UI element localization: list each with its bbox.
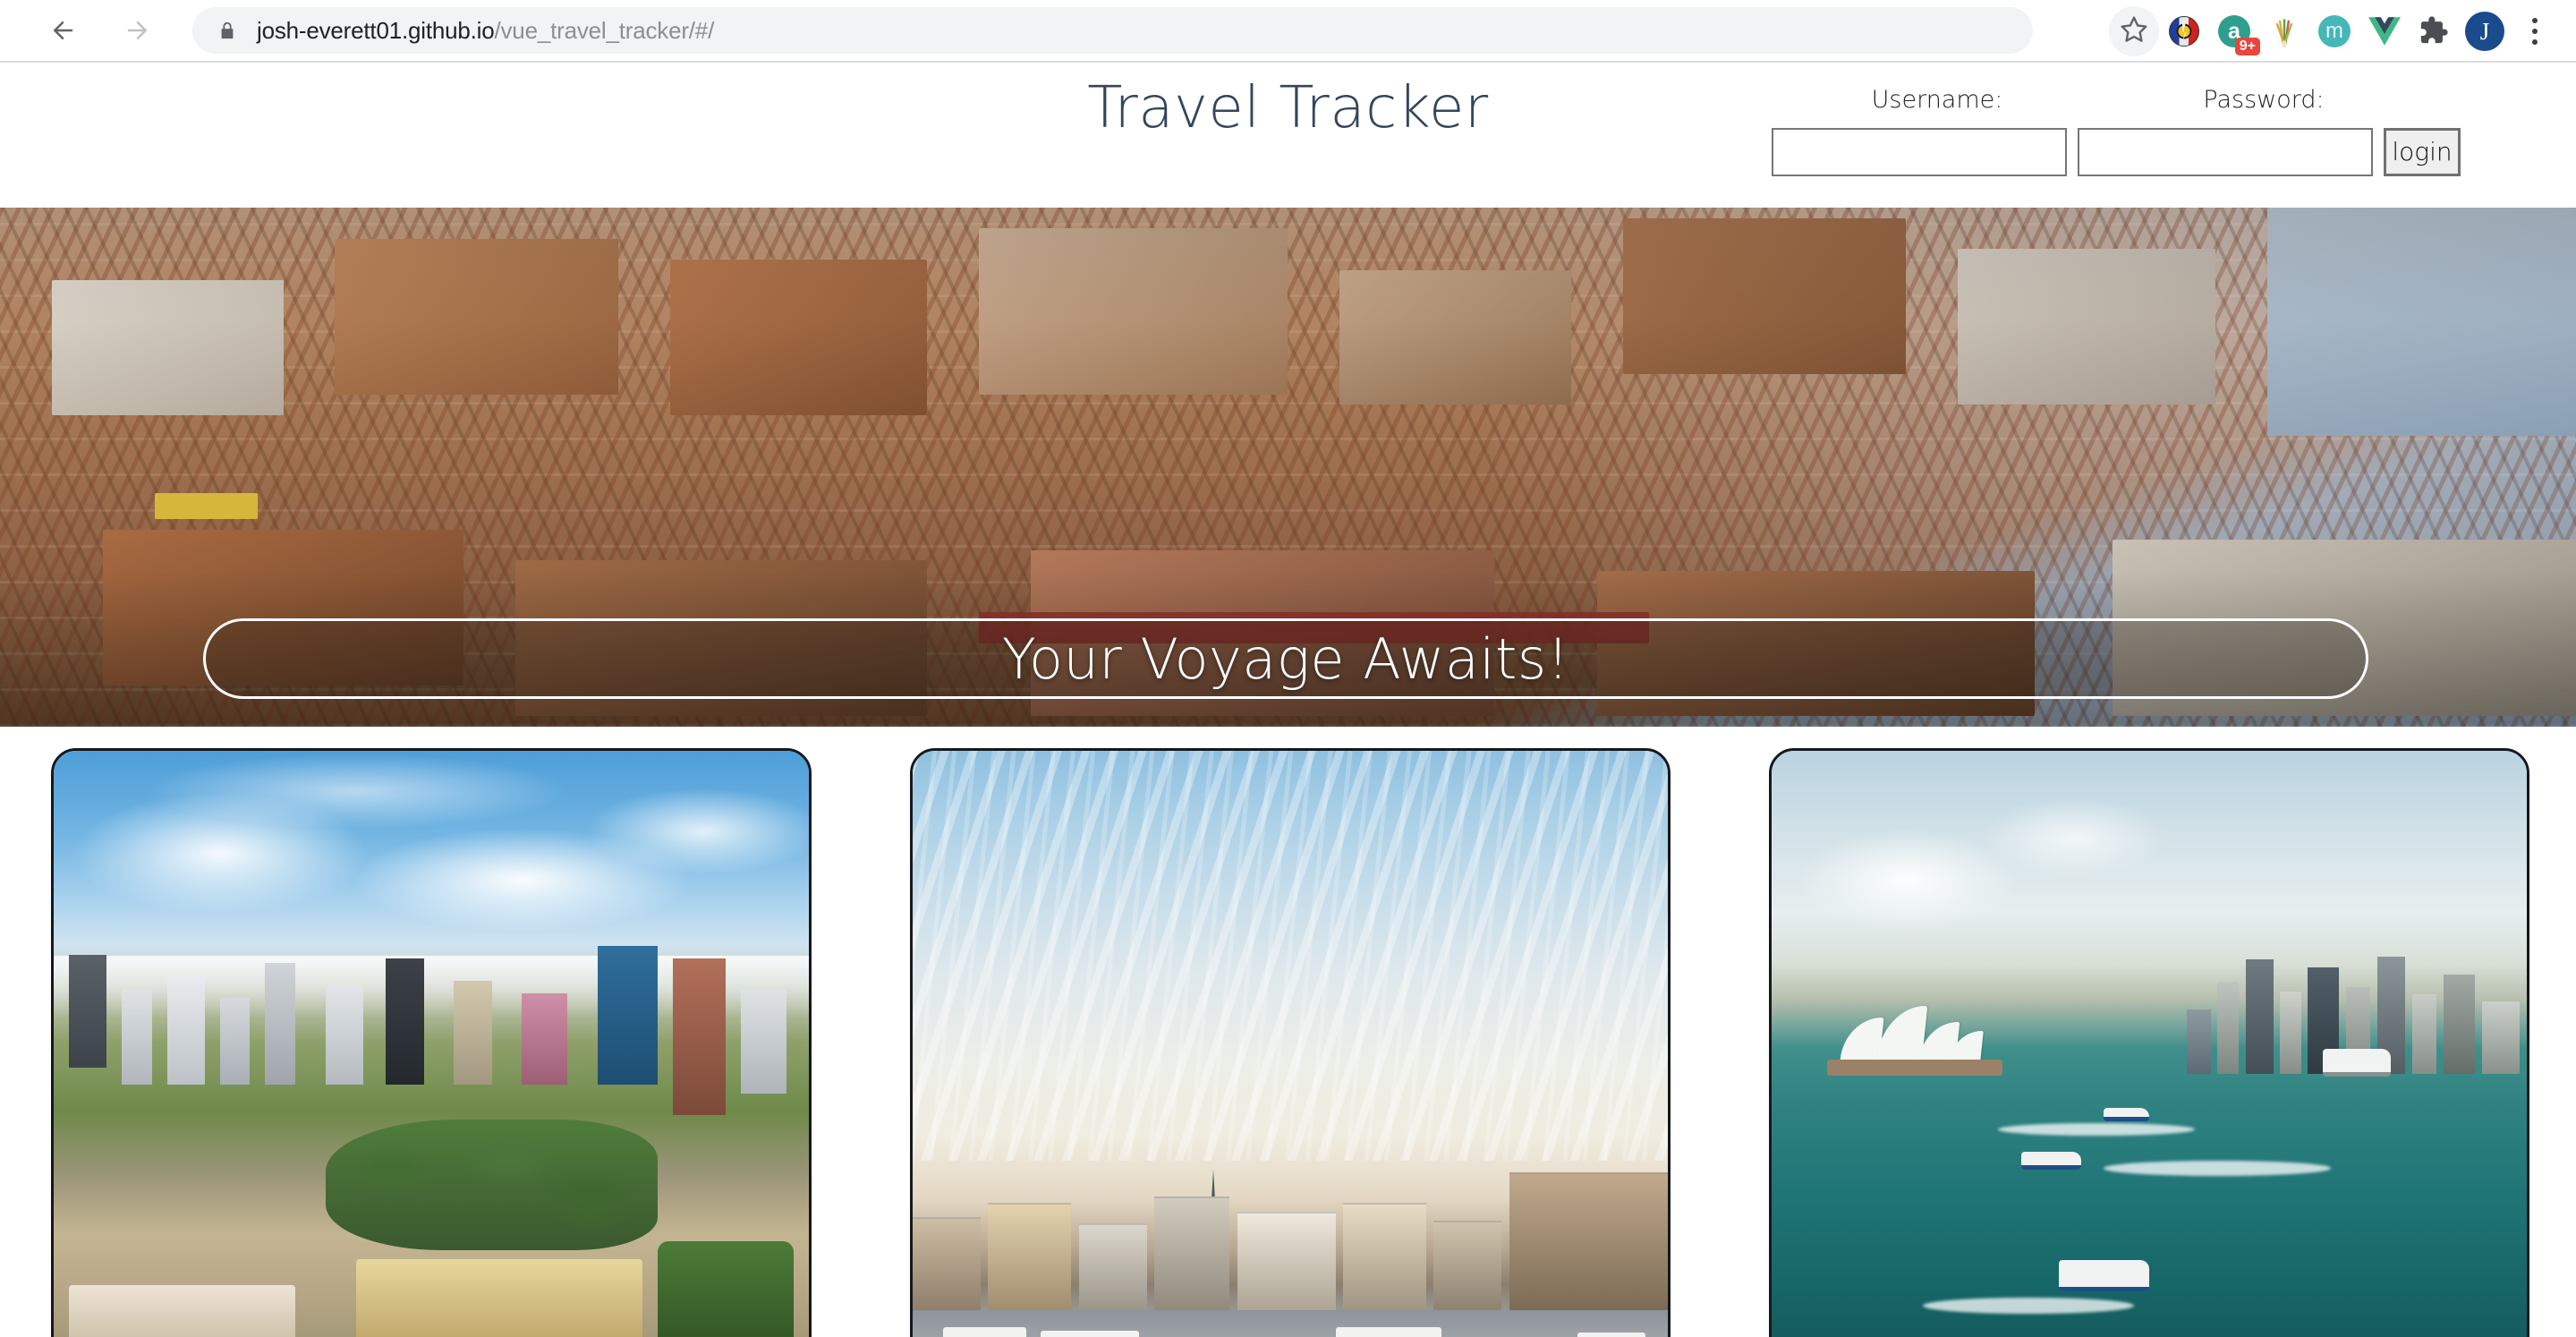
login-button[interactable]: login	[2384, 128, 2461, 176]
page-content: Travel Tracker Username: Password: login	[0, 64, 2576, 1337]
hero-section: Your Voyage Awaits!	[0, 208, 2576, 727]
mastodon-extension-button[interactable]: m	[2309, 6, 2359, 56]
destination-card-lima[interactable]	[51, 748, 812, 1337]
hero-banner-text: Your Voyage Awaits!	[1001, 626, 1570, 692]
username-input[interactable]	[1772, 128, 2067, 176]
hero-banner: Your Voyage Awaits!	[203, 618, 2368, 699]
site-header: Travel Tracker Username: Password: login	[0, 64, 2576, 208]
opera-house-shape	[1827, 1005, 2003, 1076]
destination-card-sydney[interactable]	[1769, 748, 2529, 1337]
chrome-menu-button[interactable]	[2510, 6, 2560, 56]
forward-button[interactable]	[118, 11, 157, 50]
destination-card-lima-image	[54, 751, 809, 1337]
extensions-puzzle-icon	[2419, 15, 2451, 47]
star-icon	[2120, 15, 2148, 48]
destination-cards	[0, 727, 2576, 1337]
extensions-button[interactable]	[2410, 6, 2460, 56]
bookmark-button[interactable]	[2109, 6, 2159, 56]
kebab-menu-icon	[2521, 14, 2548, 48]
password-label: Password:	[2203, 86, 2325, 114]
destination-card-stockholm[interactable]	[910, 748, 1671, 1337]
grateful-dead-extension-icon	[2169, 16, 2199, 47]
url-domain: josh-everett01.github.io	[257, 16, 495, 44]
grateful-dead-extension-button[interactable]	[2159, 6, 2209, 56]
login-inputs-row: login	[1772, 128, 2461, 176]
lock-icon	[217, 21, 237, 40]
scallion-extension-button[interactable]	[2259, 6, 2309, 56]
vue-devtools-extension-icon	[2368, 17, 2401, 46]
address-bar[interactable]: josh-everett01.github.io/vue_travel_trac…	[192, 7, 2033, 54]
extension-badge-count: 9+	[2234, 37, 2260, 55]
login-form: Username: Password: login	[1772, 86, 2461, 176]
destination-card-stockholm-image	[913, 751, 1668, 1337]
avatar: J	[2465, 12, 2504, 51]
profile-button[interactable]: J	[2460, 6, 2510, 56]
green-a-extension-icon: a 9+	[2218, 15, 2260, 55]
url-text: josh-everett01.github.io/vue_travel_trac…	[257, 17, 714, 45]
scallion-extension-icon	[2267, 14, 2301, 48]
username-label: Username:	[1871, 86, 2003, 114]
login-labels: Username: Password:	[1772, 86, 2461, 114]
password-input[interactable]	[2078, 128, 2373, 176]
browser-toolbar: josh-everett01.github.io/vue_travel_trac…	[0, 0, 2576, 63]
back-arrow-icon	[49, 17, 76, 44]
vue-devtools-extension-button[interactable]	[2359, 6, 2410, 56]
url-path: /vue_travel_tracker/#/	[494, 16, 715, 44]
toolbar-actions: a 9+ m J	[2109, 0, 2560, 63]
green-a-extension-button[interactable]: a 9+	[2209, 6, 2260, 56]
destination-card-sydney-image	[1772, 751, 2527, 1337]
mastodon-extension-icon: m	[2318, 15, 2351, 47]
forward-arrow-icon	[124, 17, 151, 44]
back-button[interactable]	[43, 11, 82, 50]
